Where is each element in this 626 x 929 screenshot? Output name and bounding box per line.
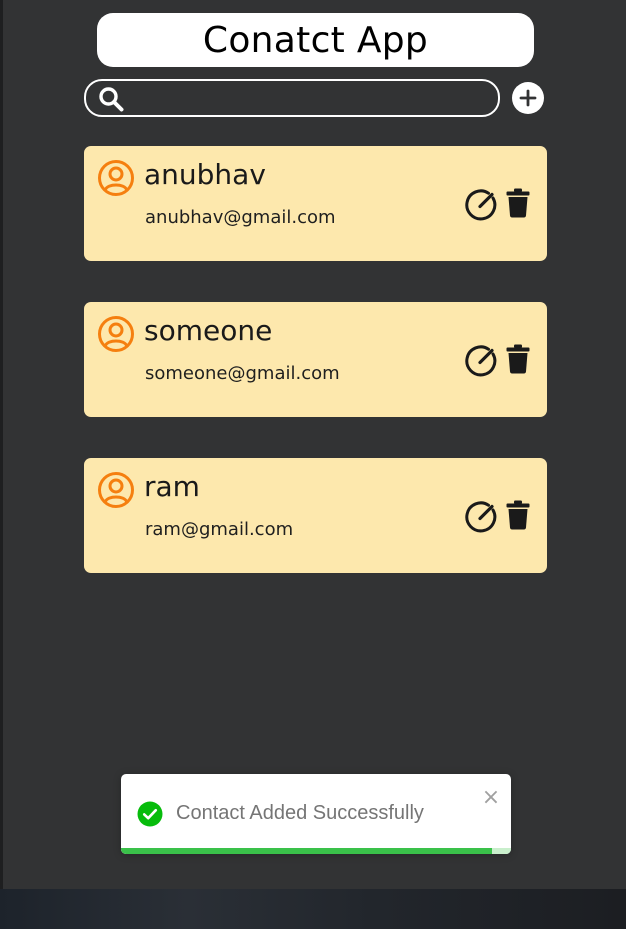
search-icon	[99, 87, 124, 112]
taskbar-strip	[0, 889, 626, 929]
contact-app: Conatct App anubhav anubhav@gmail.com so…	[0, 0, 626, 889]
edit-icon[interactable]	[465, 499, 499, 533]
contact-name: someone	[144, 314, 273, 347]
contact-email: ram@gmail.com	[145, 519, 294, 540]
trash-icon[interactable]	[506, 344, 530, 374]
edit-icon[interactable]	[465, 187, 499, 221]
user-circle-icon	[98, 472, 134, 508]
success-toast[interactable]: Contact Added Successfully ×	[121, 774, 511, 854]
toast-message: Contact Added Successfully	[176, 802, 424, 824]
plus-icon	[519, 89, 537, 107]
trash-icon[interactable]	[506, 500, 530, 530]
contact-card: someone someone@gmail.com	[84, 302, 547, 417]
contact-email: someone@gmail.com	[145, 363, 340, 384]
contact-name: anubhav	[144, 158, 266, 191]
edit-icon[interactable]	[465, 343, 499, 377]
trash-icon[interactable]	[506, 188, 530, 218]
search-input[interactable]	[132, 85, 486, 113]
app-title-box: Conatct App	[97, 13, 534, 67]
app-title: Conatct App	[202, 19, 429, 61]
contact-email: anubhav@gmail.com	[145, 207, 336, 228]
contact-card: anubhav anubhav@gmail.com	[84, 146, 547, 261]
user-circle-icon	[98, 160, 134, 196]
check-circle-icon	[137, 801, 163, 827]
add-contact-button[interactable]	[512, 82, 544, 114]
contact-name: ram	[144, 470, 200, 503]
close-icon[interactable]: ×	[480, 787, 502, 809]
search-bar[interactable]	[84, 79, 500, 117]
contact-card: ram ram@gmail.com	[84, 458, 547, 573]
toast-progress-bar	[121, 848, 492, 854]
user-circle-icon	[98, 316, 134, 352]
